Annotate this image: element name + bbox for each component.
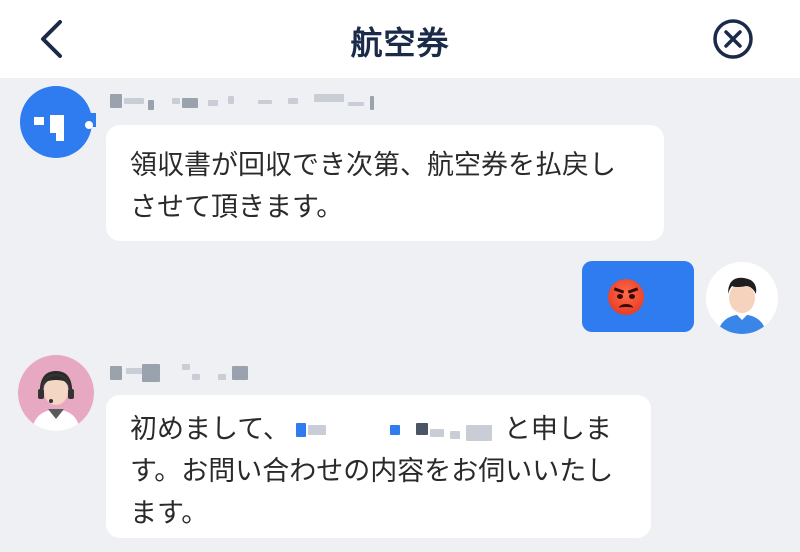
page-title: 航空券 xyxy=(350,24,450,62)
agent-sender-name-redacted xyxy=(108,360,258,384)
bot-avatar[interactable] xyxy=(20,85,96,159)
app-header: 航空券 xyxy=(0,0,800,78)
angry-face-emoji-icon xyxy=(608,279,644,315)
bot-message-bubble: 領収書が回収でき次第、航空券を払戻しさせて頂きます。 xyxy=(106,125,664,241)
agent-name-redacted xyxy=(290,421,504,441)
bot-message-text: 領収書が回収でき次第、航空券を払戻しさせて頂きます。 xyxy=(130,150,616,223)
user-avatar[interactable] xyxy=(706,262,778,334)
close-circle-icon xyxy=(713,19,753,59)
bot-sender-name-redacted xyxy=(108,90,383,114)
agent-avatar-icon xyxy=(18,355,94,431)
close-button[interactable] xyxy=(710,16,756,62)
agent-message-bubble: 初めまして、 と申します。お問い合わせの内容をお伺いいたします。 xyxy=(106,395,651,538)
agent-avatar[interactable] xyxy=(18,355,94,431)
bot-logo-icon xyxy=(20,86,96,158)
agent-message-text-start: 初めまして、 xyxy=(130,414,290,445)
user-avatar-icon xyxy=(706,262,778,334)
